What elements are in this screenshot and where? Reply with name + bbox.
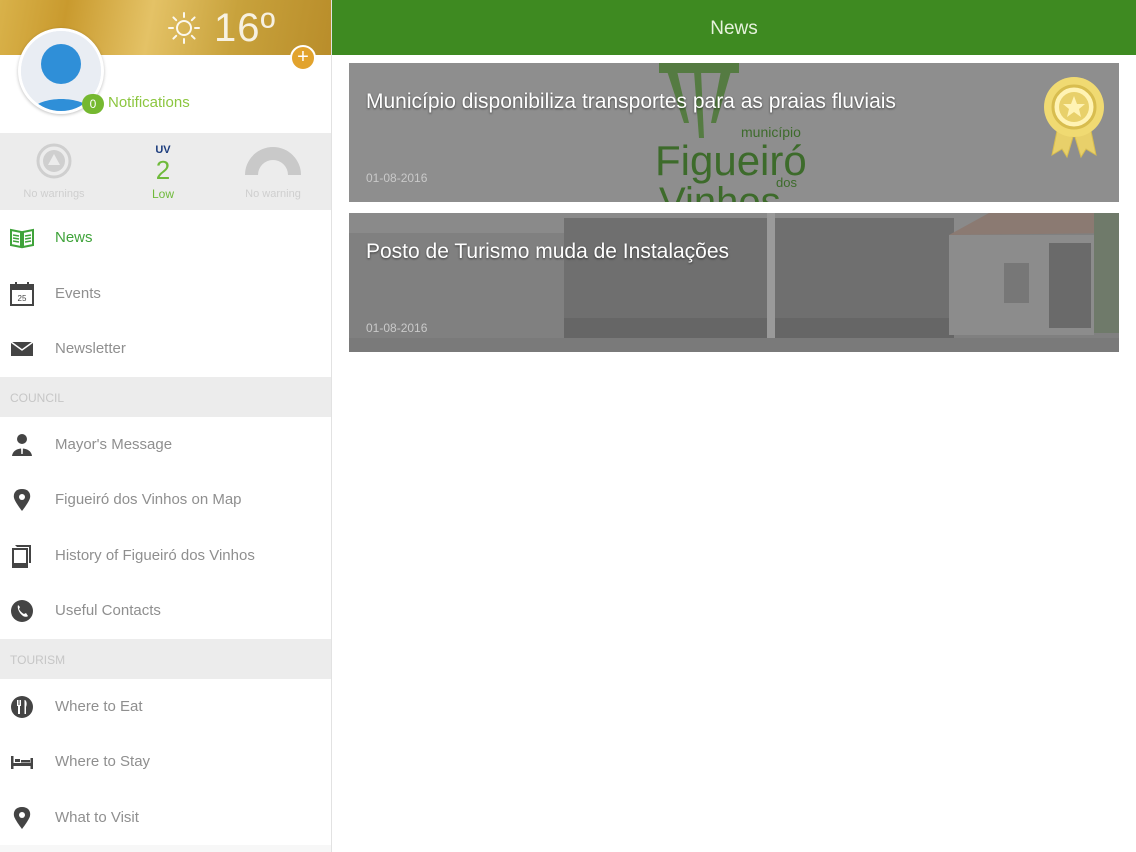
news-date: 01-08-2016 (366, 171, 428, 185)
sidebar-item-label: Mayor's Message (55, 435, 173, 453)
section-header-tourism: TOURISM (0, 638, 331, 679)
sidebar-item-label: Where to Stay (55, 753, 151, 770)
envelope-icon (10, 341, 34, 356)
sidebar-menu: News 25 Events Newsletter COUNCIL Mayor'… (0, 210, 331, 845)
newspaper-icon (10, 228, 34, 249)
sidebar-item-label: Where to Eat (55, 697, 143, 715)
uv-value: 2 (155, 155, 171, 185)
temperature-label: 16º (214, 6, 277, 50)
sidebar-item-history[interactable]: History of Figueiró dos Vinhos (0, 527, 331, 583)
sidebar-item-events[interactable]: 25 Events (0, 265, 331, 321)
news-card-image: município Figueiró dos Vinhos (349, 63, 1119, 202)
warning-triangle-icon (36, 143, 72, 179)
sidebar-item-what-to-visit[interactable]: What to Visit (0, 789, 331, 845)
news-title: Posto de Turismo muda de Instalações (366, 240, 730, 263)
sidebar-item-label: History of Figueiró dos Vinhos (55, 546, 255, 564)
sidebar-item-contacts[interactable]: Useful Contacts (0, 583, 331, 639)
news-card[interactable]: município Figueiró dos Vinhos Município … (349, 63, 1119, 202)
warnings-caption: No warnings (23, 188, 85, 200)
notification-count-badge: 0 (82, 94, 104, 114)
news-list: município Figueiró dos Vinhos Município … (332, 55, 1136, 852)
warnings-stat[interactable]: No warnings (10, 133, 98, 210)
uv-level: Low (151, 187, 174, 201)
app-root: 16º + 0 Notifications No warnings UV 2 L… (0, 0, 1136, 852)
book-icon (12, 544, 31, 568)
sidebar-item-news[interactable]: News (0, 210, 331, 266)
news-title: Município disponibiliza transportes para… (366, 90, 896, 113)
news-card[interactable]: Posto de Turismo muda de Instalações 01-… (349, 213, 1119, 352)
cutlery-icon (11, 695, 33, 718)
sidebar-item-label: What to Visit (55, 808, 139, 826)
logo-text: Vinhos (659, 180, 781, 202)
sidebar-item-mayors-message[interactable]: Mayor's Message (0, 416, 331, 472)
bed-icon (11, 756, 33, 769)
gauge-caption: No warning (245, 188, 301, 200)
person-icon (12, 433, 32, 456)
calendar-icon: 25 (10, 281, 34, 306)
notifications-link[interactable]: Notifications (108, 94, 190, 111)
gauge-icon (245, 147, 301, 175)
plus-icon[interactable]: + (290, 45, 316, 71)
sidebar-item-newsletter[interactable]: Newsletter (0, 321, 331, 377)
section-header-council: COUNCIL (0, 376, 331, 417)
sun-icon (168, 12, 200, 44)
map-pin-icon (13, 806, 31, 829)
page-title: News (710, 18, 758, 39)
svg-text:25: 25 (18, 294, 27, 303)
phone-icon (11, 600, 33, 622)
section-label: COUNCIL (10, 390, 65, 405)
sidebar-item-label: Newsletter (55, 340, 126, 357)
news-card-image (349, 213, 1119, 352)
stats-panel: No warnings UV 2 Low No warning (0, 133, 331, 210)
sidebar-item-where-to-stay[interactable]: Where to Stay (0, 734, 331, 790)
sidebar-item-label: News (55, 229, 93, 246)
uv-stat[interactable]: UV 2 Low (120, 133, 206, 210)
gauge-stat[interactable]: No warning (228, 133, 318, 210)
sidebar-item-label: Figueiró dos Vinhos on Map (55, 491, 242, 508)
news-date: 01-08-2016 (366, 321, 428, 335)
sidebar: 16º + 0 Notifications No warnings UV 2 L… (0, 0, 332, 852)
sidebar-item-label: Events (55, 284, 101, 302)
sidebar-item-label: Useful Contacts (55, 602, 161, 619)
section-label: TOURISM (10, 652, 66, 667)
top-bar: News (332, 0, 1136, 55)
sidebar-item-where-to-eat[interactable]: Where to Eat (0, 678, 331, 734)
sidebar-item-map[interactable]: Figueiró dos Vinhos on Map (0, 472, 331, 528)
map-pin-icon (13, 489, 31, 511)
